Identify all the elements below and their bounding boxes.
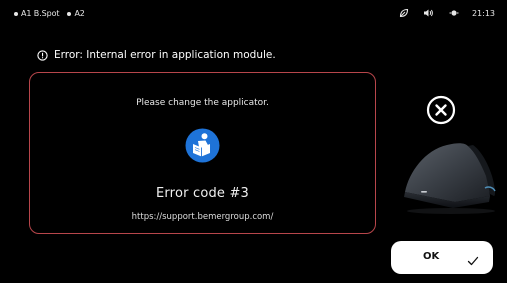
ok-button-label: OK (423, 251, 440, 262)
status-item-label: A2 (74, 9, 85, 18)
ok-button[interactable]: OK (391, 241, 493, 274)
status-item-a1: A1 B.Spot (14, 9, 60, 18)
error-message: Please change the applicator. (136, 98, 269, 108)
status-applicators: A1 B.Spot A2 (14, 9, 93, 18)
status-dot-icon (67, 11, 72, 16)
status-item-a2: A2 (67, 9, 85, 18)
leaf-icon (398, 7, 410, 19)
manual-reading-icon (185, 128, 220, 163)
screen: A1 B.Spot A2 21:13 Error: Internal error… (0, 0, 507, 283)
error-header-text: Error: Internal error in application mod… (54, 49, 276, 61)
error-dialog: Please change the applicator. Error code… (29, 72, 376, 234)
close-button[interactable] (426, 95, 456, 125)
close-icon (426, 95, 456, 125)
speaker-icon[interactable] (423, 7, 435, 19)
status-dot-icon (14, 11, 18, 16)
clock: 21:13 (471, 8, 495, 18)
status-bar: A1 B.Spot A2 21:13 (0, 0, 507, 30)
info-icon (37, 49, 48, 61)
sun-icon (448, 7, 460, 19)
check-icon (467, 252, 479, 266)
applicator-device-image (395, 136, 507, 216)
status-indicators: 21:13 (385, 7, 495, 19)
error-code: Error code #3 (155, 186, 250, 201)
status-item-label: A1 B.Spot (21, 9, 60, 18)
error-header: Error: Internal error in application mod… (37, 49, 276, 61)
support-url[interactable]: https://support.bemergroup.com/ (30, 212, 375, 222)
